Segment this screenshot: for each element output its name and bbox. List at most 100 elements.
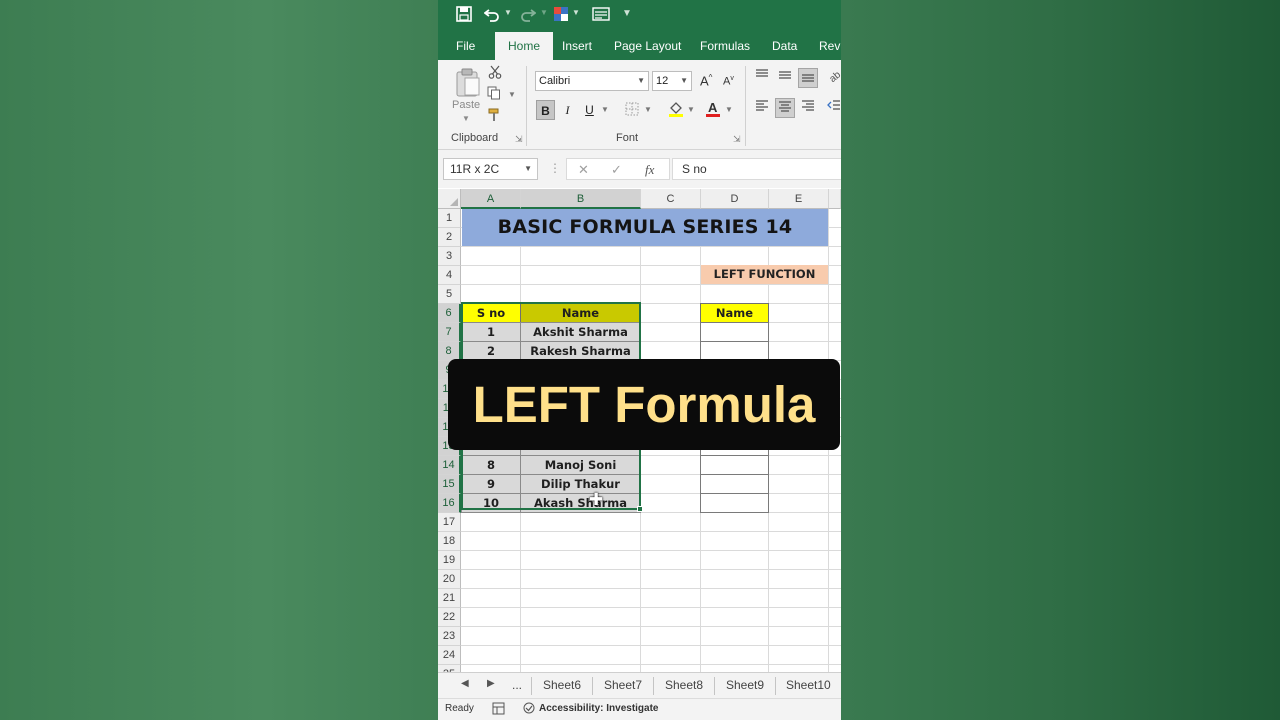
sno-cell[interactable]: 1 <box>461 322 521 342</box>
customize-qat-icon[interactable]: ▼ <box>622 8 632 19</box>
clipboard-launcher-icon[interactable]: ⇲ <box>515 134 523 145</box>
italic-button[interactable]: I <box>558 100 577 120</box>
row-header-20[interactable]: 20 <box>438 570 461 589</box>
font-size-select[interactable]: 12 ▼ <box>652 71 692 91</box>
column-header-c[interactable]: C <box>641 189 701 209</box>
row-header-17[interactable]: 17 <box>438 513 461 532</box>
row-header-14[interactable]: 14 <box>438 456 461 475</box>
tab-review[interactable]: Revi <box>819 32 841 60</box>
row-header-3[interactable]: 3 <box>438 247 461 266</box>
decrease-indent-button[interactable] <box>824 98 841 118</box>
undo-icon[interactable] <box>483 6 500 28</box>
row-header-16[interactable]: 16 <box>438 494 461 513</box>
row-header-4[interactable]: 4 <box>438 266 461 285</box>
row-header-6[interactable]: 6 <box>438 304 461 323</box>
name-box[interactable]: 11R x 2C ▼ <box>443 158 538 180</box>
paste-label[interactable]: Paste <box>452 99 480 111</box>
column-header-d[interactable]: D <box>701 189 769 209</box>
column-header-b[interactable]: B <box>521 189 641 209</box>
font-launcher-icon[interactable]: ⇲ <box>733 134 741 145</box>
align-bottom-button[interactable] <box>798 68 818 88</box>
form-icon[interactable] <box>592 6 610 28</box>
insert-function-icon[interactable]: fx <box>645 159 654 181</box>
name-cell[interactable]: Rakesh Sharma <box>520 341 641 361</box>
column-header-a[interactable]: A <box>461 189 521 209</box>
tab-insert[interactable]: Insert <box>562 32 592 60</box>
row-header-24[interactable]: 24 <box>438 646 461 665</box>
sheet-tab-sheet8[interactable]: Sheet8 <box>665 678 703 692</box>
sno-cell[interactable]: 10 <box>461 493 521 513</box>
tab-page-layout[interactable]: Page Layout <box>614 32 681 60</box>
cancel-icon[interactable]: ✕ <box>578 159 589 181</box>
column-header-e[interactable]: E <box>769 189 829 209</box>
redo-dropdown-icon[interactable]: ▼ <box>540 8 548 17</box>
row-header-22[interactable]: 22 <box>438 608 461 627</box>
answer-cell[interactable] <box>700 341 769 361</box>
sno-cell[interactable]: 9 <box>461 474 521 494</box>
answer-cell[interactable] <box>700 493 769 513</box>
row-header-2[interactable]: 2 <box>438 228 461 247</box>
tab-home[interactable]: Home <box>495 32 554 60</box>
fill-color-qat-icon[interactable] <box>553 6 569 28</box>
formula-bar-grip-icon[interactable]: ⋮ <box>549 161 561 175</box>
paste-dropdown-icon[interactable]: ▼ <box>462 114 470 123</box>
name-cell[interactable]: Dilip Thakur <box>520 474 641 494</box>
name-cell[interactable]: Akash Sharma <box>520 493 641 513</box>
cut-icon[interactable] <box>488 65 502 83</box>
fill-handle[interactable] <box>637 506 643 512</box>
answer-cell[interactable] <box>700 455 769 475</box>
paste-icon[interactable] <box>455 68 481 102</box>
header-sno-cell[interactable]: S no <box>461 303 521 323</box>
qat-dropdown-icon[interactable]: ▼ <box>572 8 580 17</box>
borders-icon[interactable] <box>625 102 639 120</box>
sheet-tab-sheet10[interactable]: Sheet10 <box>786 678 831 692</box>
sheet-tab-sheet9[interactable]: Sheet9 <box>726 678 764 692</box>
row-header-18[interactable]: 18 <box>438 532 461 551</box>
header-name-cell[interactable]: Name <box>520 303 641 323</box>
header-name-d-cell[interactable]: Name <box>700 303 769 323</box>
format-painter-icon[interactable] <box>487 108 501 126</box>
align-right-button[interactable] <box>798 98 818 118</box>
column-header-f[interactable] <box>829 189 841 209</box>
row-header-19[interactable]: 19 <box>438 551 461 570</box>
formula-input[interactable]: S no <box>672 158 841 180</box>
fill-color-dropdown-icon[interactable]: ▼ <box>687 105 695 114</box>
macro-record-icon[interactable] <box>492 702 505 718</box>
sheet-more-button[interactable]: ... <box>512 678 522 692</box>
row-header-25[interactable]: 25 <box>438 665 461 672</box>
copy-icon[interactable] <box>487 86 501 104</box>
row-header-23[interactable]: 23 <box>438 627 461 646</box>
accessibility-icon[interactable] <box>522 702 536 718</box>
font-color-dropdown-icon[interactable]: ▼ <box>725 105 733 114</box>
row-header-21[interactable]: 21 <box>438 589 461 608</box>
sno-cell[interactable]: 8 <box>461 455 521 475</box>
row-header-5[interactable]: 5 <box>438 285 461 304</box>
align-center-button[interactable] <box>775 98 795 118</box>
font-name-select[interactable]: Calibri ▼ <box>535 71 649 91</box>
borders-dropdown-icon[interactable]: ▼ <box>644 105 652 114</box>
sheet-tab-sheet6[interactable]: Sheet6 <box>543 678 581 692</box>
sheet-next-icon[interactable]: ▶ <box>487 678 495 689</box>
answer-cell[interactable] <box>700 474 769 494</box>
bold-button[interactable]: B <box>536 100 555 120</box>
save-icon[interactable] <box>456 6 472 28</box>
align-middle-button[interactable] <box>775 68 795 88</box>
copy-dropdown-icon[interactable]: ▼ <box>508 90 516 99</box>
name-cell[interactable]: Manoj Soni <box>520 455 641 475</box>
underline-button[interactable]: U <box>580 100 599 120</box>
accessibility-status[interactable]: Accessibility: Investigate <box>539 703 659 714</box>
tab-formulas[interactable]: Formulas <box>700 32 750 60</box>
row-header-7[interactable]: 7 <box>438 323 461 342</box>
orientation-button[interactable]: ab <box>824 68 841 88</box>
left-function-label-cell[interactable]: LEFT FUNCTION <box>701 265 828 284</box>
shrink-font-button[interactable]: Av <box>723 75 734 88</box>
name-cell[interactable]: Akshit Sharma <box>520 322 641 342</box>
title-banner-cell[interactable]: BASIC FORMULA SERIES 14 <box>462 209 828 246</box>
sheet-prev-icon[interactable]: ◀ <box>461 678 469 689</box>
redo-icon[interactable] <box>520 6 537 28</box>
grow-font-button[interactable]: A^ <box>700 73 712 88</box>
enter-icon[interactable]: ✓ <box>611 159 622 181</box>
sno-cell[interactable]: 2 <box>461 341 521 361</box>
undo-dropdown-icon[interactable]: ▼ <box>504 8 512 17</box>
tab-file[interactable]: File <box>456 32 475 60</box>
